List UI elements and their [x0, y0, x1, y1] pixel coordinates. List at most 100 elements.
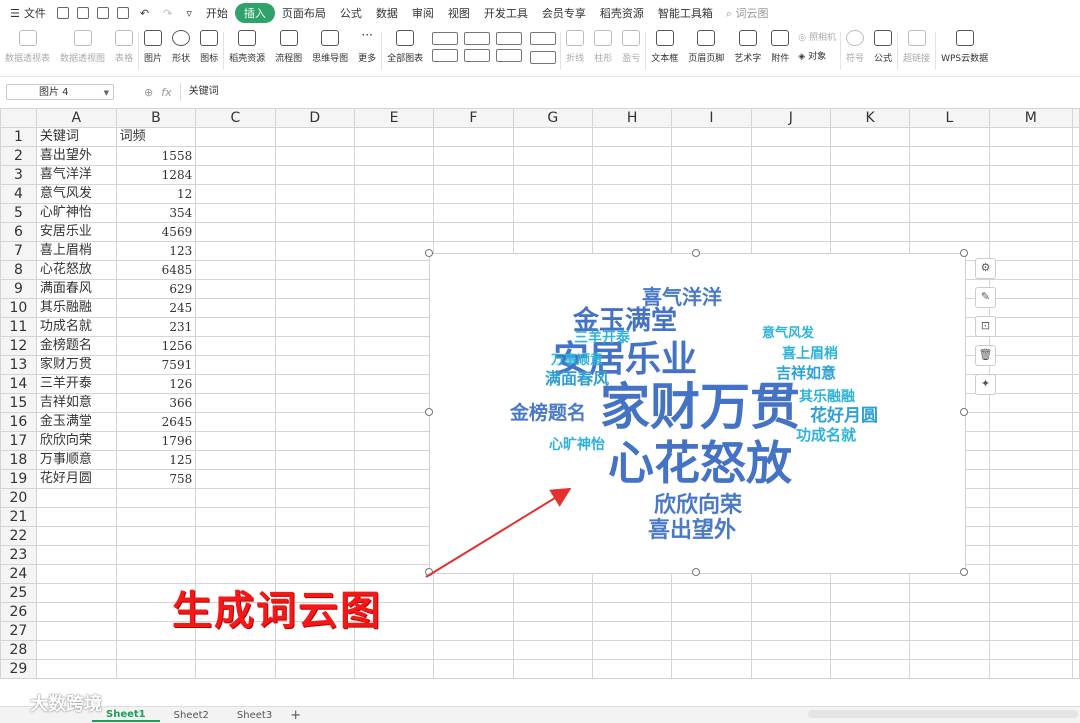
cell[interactable] — [433, 165, 514, 185]
cell[interactable] — [353, 640, 435, 660]
cell[interactable] — [274, 203, 355, 223]
menu-tab-7[interactable]: 开发工具 — [477, 5, 535, 21]
cell[interactable] — [750, 640, 831, 660]
column-header[interactable]: J — [750, 108, 831, 128]
cell[interactable] — [433, 127, 514, 147]
cell[interactable] — [35, 545, 117, 565]
wordcloud-chart[interactable]: 家财万贯 心花怒放 安居乐业 金玉满堂 欣欣向荣 喜出望外 喜气洋洋 金榜题名 花好月圆 满面春风… — [429, 253, 966, 574]
resize-handle-tl[interactable] — [425, 249, 433, 257]
resize-handle-mr[interactable] — [960, 408, 968, 416]
cell[interactable]: 意气风发 — [35, 184, 117, 204]
add-sheet-icon[interactable]: + — [290, 708, 301, 723]
cell[interactable]: 万事顺意 — [35, 450, 117, 470]
cell[interactable] — [1072, 146, 1080, 166]
camera-button[interactable]: ◎ 照相机 — [798, 30, 836, 43]
cell[interactable] — [353, 431, 435, 451]
cell[interactable]: 123 — [115, 241, 197, 261]
pivot-chart-button[interactable]: 数据透视图 — [55, 26, 110, 64]
cell[interactable] — [512, 621, 593, 641]
cell[interactable]: 758 — [115, 469, 197, 489]
cell[interactable] — [195, 450, 276, 470]
cell[interactable] — [195, 431, 276, 451]
cell[interactable] — [115, 507, 197, 527]
row-header[interactable]: 24 — [0, 564, 37, 584]
cell[interactable] — [988, 564, 1074, 584]
resize-handle-tr[interactable] — [960, 249, 968, 257]
cell[interactable] — [750, 583, 831, 603]
cell[interactable] — [1072, 526, 1080, 546]
cell[interactable] — [274, 241, 355, 261]
cell[interactable]: 关键词 — [35, 127, 117, 147]
cell[interactable]: 125 — [115, 450, 197, 470]
mindmap-button[interactable]: 思维导图 — [307, 26, 353, 64]
sparkline-winloss-button[interactable]: 盈亏 — [617, 26, 645, 64]
menu-tab-5[interactable]: 审阅 — [405, 5, 441, 21]
cell[interactable] — [1072, 127, 1080, 147]
cell[interactable] — [1072, 450, 1080, 470]
row-header[interactable]: 16 — [0, 412, 37, 432]
row-header[interactable]: 13 — [0, 355, 37, 375]
column-header[interactable]: H — [591, 108, 673, 128]
cell[interactable] — [353, 659, 435, 679]
cell[interactable]: 1558 — [115, 146, 197, 166]
cell[interactable]: 126 — [115, 374, 197, 394]
cell[interactable] — [274, 526, 355, 546]
cell[interactable] — [433, 640, 514, 660]
cell[interactable] — [1072, 165, 1080, 185]
cell[interactable] — [512, 127, 593, 147]
menu-tab-2[interactable]: 页面布局 — [275, 5, 333, 21]
cell[interactable] — [671, 602, 752, 622]
cell[interactable] — [988, 431, 1074, 451]
cell[interactable] — [750, 621, 831, 641]
cell[interactable]: 1796 — [115, 431, 197, 451]
cell[interactable] — [35, 526, 117, 546]
cell[interactable] — [1072, 564, 1080, 584]
cell[interactable] — [195, 165, 276, 185]
cell[interactable]: 6485 — [115, 260, 197, 280]
cell[interactable] — [671, 222, 752, 242]
cell[interactable] — [671, 127, 752, 147]
cell[interactable] — [909, 146, 990, 166]
cell[interactable] — [829, 640, 911, 660]
cell[interactable] — [274, 374, 355, 394]
cell[interactable] — [591, 602, 673, 622]
row-header[interactable]: 26 — [0, 602, 37, 622]
cell[interactable] — [988, 127, 1074, 147]
cell[interactable]: 354 — [115, 203, 197, 223]
cell[interactable] — [195, 526, 276, 546]
hyperlink-button[interactable]: 超链接 — [898, 26, 935, 64]
column-header[interactable]: I — [671, 108, 752, 128]
cell[interactable] — [512, 583, 593, 603]
cell[interactable] — [671, 203, 752, 223]
area-chart-icon[interactable] — [464, 49, 491, 62]
undo-icon[interactable]: ↶ — [133, 7, 156, 20]
cell[interactable] — [591, 640, 673, 660]
cell[interactable] — [591, 203, 673, 223]
cell[interactable] — [750, 602, 831, 622]
cell[interactable] — [35, 621, 117, 641]
cell[interactable] — [1072, 640, 1080, 660]
cell[interactable]: 231 — [115, 317, 197, 337]
cell[interactable] — [988, 203, 1074, 223]
row-header[interactable]: 27 — [0, 621, 37, 641]
cell[interactable] — [353, 507, 435, 527]
search-box[interactable]: ⌕ 词云图 — [726, 5, 769, 21]
cell[interactable] — [433, 621, 514, 641]
cell[interactable] — [1072, 412, 1080, 432]
menu-tab-10[interactable]: 智能工具箱 — [651, 5, 720, 21]
cell[interactable] — [1072, 431, 1080, 451]
cell[interactable] — [195, 374, 276, 394]
cell[interactable] — [274, 469, 355, 489]
picture-button[interactable]: 图片 — [139, 26, 167, 64]
cell[interactable] — [353, 279, 435, 299]
cell[interactable] — [1072, 260, 1080, 280]
object-button[interactable]: ◈ 对象 — [798, 49, 836, 62]
cell[interactable] — [274, 317, 355, 337]
cell[interactable] — [909, 602, 990, 622]
pivot-table-button[interactable]: 数据透视表 — [0, 26, 55, 64]
cell[interactable]: 1284 — [115, 165, 197, 185]
wps-cloud-button[interactable]: WPS云数据 — [936, 26, 993, 64]
cell[interactable] — [353, 374, 435, 394]
cell[interactable] — [988, 279, 1074, 299]
cell[interactable] — [591, 659, 673, 679]
